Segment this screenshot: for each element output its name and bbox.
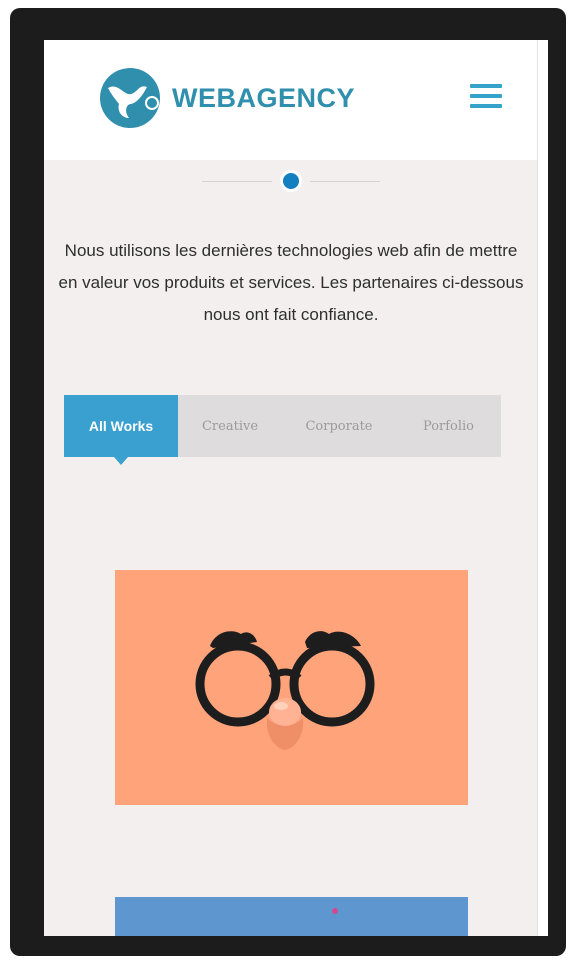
site-logo[interactable]: WEBAGENCY: [98, 66, 355, 130]
section-divider-right: [310, 181, 380, 182]
portfolio-item[interactable]: [115, 570, 468, 805]
disguise-glasses-illustration: [195, 631, 375, 750]
tab-all-works[interactable]: All Works: [64, 395, 178, 465]
brand-name: WEBAGENCY: [172, 82, 356, 113]
tab-creative[interactable]: Creative: [178, 395, 282, 457]
portfolio-item[interactable]: [115, 897, 468, 936]
tab-corporate[interactable]: Corporate: [282, 395, 396, 457]
scrollbar[interactable]: [537, 40, 548, 936]
mobile-viewport[interactable]: WEBAGENCY Nous utilisons les dernières t…: [44, 40, 548, 936]
hamburger-menu-icon: [470, 84, 502, 88]
section-divider-left: [202, 181, 272, 182]
intro-text: Nous utilisons les dernières technologie…: [58, 241, 524, 324]
blue-illustration: [332, 908, 338, 914]
site-header: WEBAGENCY: [44, 40, 538, 160]
webagency-logo-icon: [100, 68, 160, 128]
hamburger-menu-button[interactable]: [470, 84, 502, 110]
tab-porfolio[interactable]: Porfolio: [396, 395, 501, 457]
portfolio-filter-tabs: All Works Creative Corporate Porfolio: [64, 395, 501, 465]
section-dot-icon: [280, 170, 302, 192]
